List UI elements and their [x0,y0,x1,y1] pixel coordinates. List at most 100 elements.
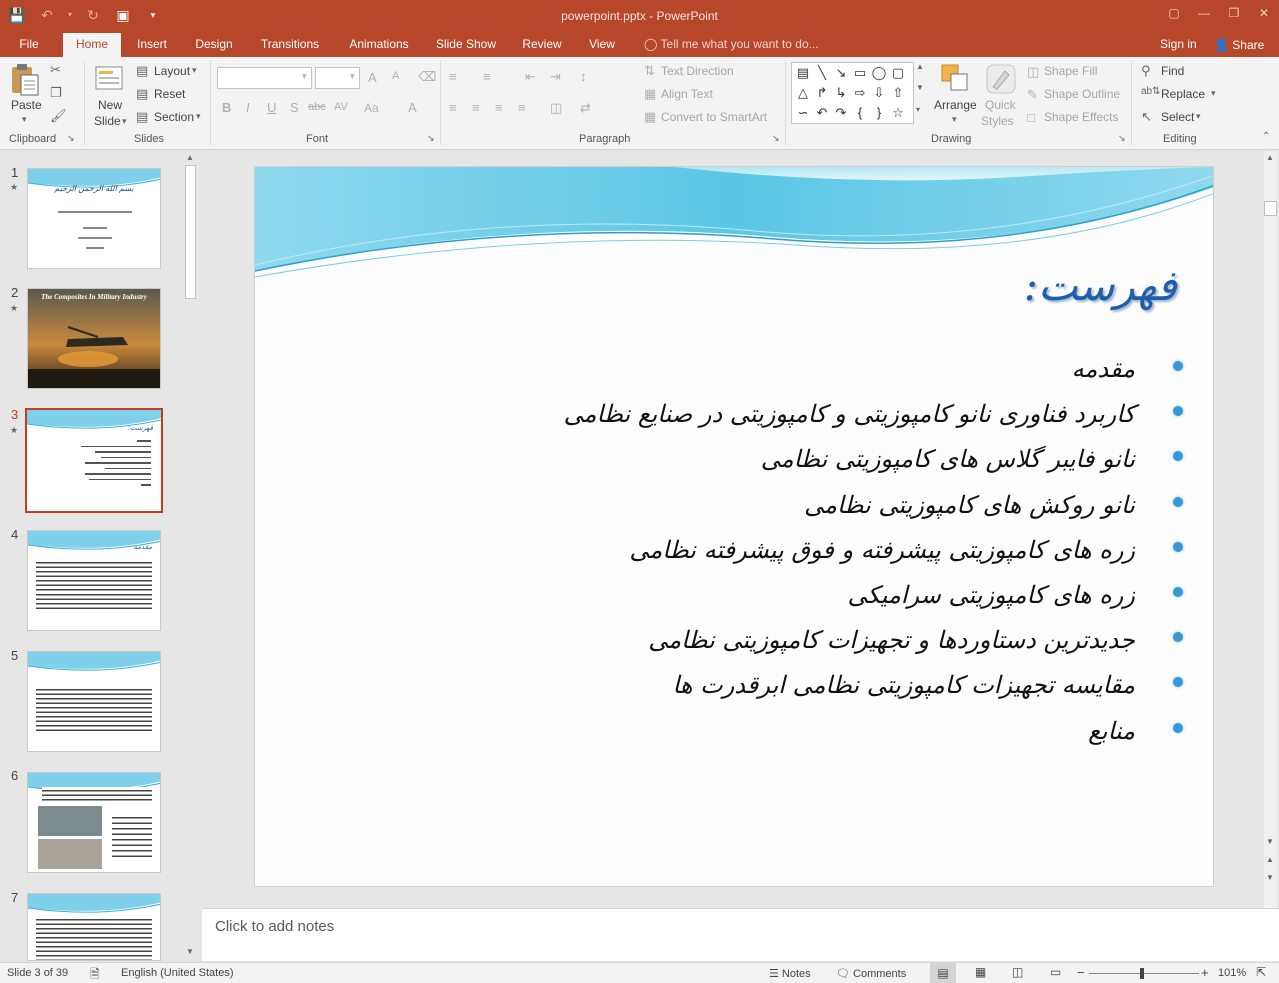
up-arrow-shape-icon[interactable]: ⇧ [889,84,907,102]
paste-dropdown-icon[interactable]: ▾ [22,114,27,125]
thumbnail-slide-5[interactable] [27,651,161,752]
find-button[interactable]: Find [1161,64,1184,78]
shapes-gallery[interactable]: ▤ ╲ ↘ ▭ ◯ ▢ △ ↱ ↳ ⇨ ⇩ ⇧ ∽ ↶ ↷ { } ☆ [791,62,914,124]
bold-button[interactable]: B [222,100,231,115]
section-button[interactable]: Section [154,110,194,124]
notes-placeholder[interactable]: Click to add notes [215,918,334,935]
tab-insert[interactable]: Insert [131,37,173,57]
zoom-slider-track[interactable] [1089,973,1199,974]
scroll-down-icon[interactable]: ▼ [1266,837,1274,846]
down-arrow-shape-icon[interactable]: ⇩ [870,84,888,102]
scrollbar-thumb[interactable] [185,165,196,299]
align-center-icon[interactable]: ≡ [472,100,480,115]
paste-button[interactable]: Paste [11,98,42,112]
slide-title[interactable]: فهرست: [1024,261,1177,310]
reading-view-icon[interactable]: ◫ [1012,965,1023,979]
slide-bullet-list[interactable]: مقدمه کاربرد فناوری نانو کامپوزیتی و کام… [283,349,1183,756]
reset-button[interactable]: Reset [154,87,185,101]
font-color-icon[interactable]: A [408,100,417,115]
paste-icon[interactable] [9,63,41,97]
align-right-icon[interactable]: ≡ [495,100,503,115]
arc-shape-icon[interactable]: ↷ [832,104,850,122]
text-direction-button[interactable]: Text Direction [661,64,734,78]
text-box-shape-icon[interactable]: ▤ [794,64,812,82]
tab-review[interactable]: Review [517,37,567,57]
comments-toggle[interactable]: 🗨 Comments [836,967,906,980]
right-brace-shape-icon[interactable]: } [870,104,888,122]
drawing-launcher-icon[interactable]: ↘ [1118,133,1126,144]
sign-in-link[interactable]: Sign in [1160,37,1197,51]
arrange-icon[interactable] [940,63,970,95]
format-painter-icon[interactable]: 🖌 [50,108,67,124]
numbering-icon[interactable]: ≡ [483,69,491,84]
language-indicator[interactable]: English (United States) [121,967,234,979]
clear-formatting-icon[interactable]: ⌫ [418,69,436,85]
new-slide-dropdown-icon[interactable]: ▾ [122,116,127,127]
normal-view-icon[interactable]: ▤ [930,963,956,983]
line-shape-icon[interactable]: ╲ [813,64,831,82]
zoom-in-icon[interactable]: + [1201,965,1209,980]
thumbnail-slide-3[interactable]: فهرست: [25,408,163,513]
columns-icon[interactable]: ◫ [550,100,562,116]
new-slide-icon[interactable] [94,61,124,95]
thumbnail-slide-4[interactable]: مقدمه [27,530,161,631]
strikethrough-button[interactable]: abc [308,101,326,113]
tab-design[interactable]: Design [190,37,238,57]
curve-shape-icon[interactable]: ↶ [813,104,831,122]
elbow-arrow-shape-icon[interactable]: ↳ [832,84,850,102]
slide-scrollbar[interactable]: ▲ ▼ ▲ ▼ [1264,151,1277,908]
layout-button[interactable]: Layout [154,64,190,78]
tab-transitions[interactable]: Transitions [254,37,326,57]
line-spacing-icon[interactable]: ↕ [580,69,587,84]
arrange-dropdown-icon[interactable]: ▾ [952,114,957,125]
previous-slide-icon[interactable]: ▲ [1266,855,1274,864]
layout-dropdown-icon[interactable]: ▾ [192,65,197,76]
font-name-combo[interactable] [217,67,312,89]
justify-icon[interactable]: ≡ [518,100,526,115]
replace-dropdown-icon[interactable]: ▾ [1211,88,1216,99]
current-slide[interactable]: فهرست: مقدمه کاربرد فناوری نانو کامپوزیت… [254,166,1214,887]
zoom-out-icon[interactable]: − [1077,965,1085,980]
scroll-up-icon[interactable]: ▲ [1266,153,1274,162]
next-slide-icon[interactable]: ▼ [1266,873,1274,882]
spell-check-icon[interactable]: 🗎 [90,965,100,983]
clipboard-launcher-icon[interactable]: ↘ [67,133,75,144]
italic-button[interactable]: I [246,100,250,115]
align-left-icon[interactable]: ≡ [449,100,457,115]
scroll-down-icon[interactable]: ▼ [186,947,194,956]
align-text-button[interactable]: Align Text [661,87,713,101]
shape-effects-button[interactable]: Shape Effects [1044,110,1119,124]
thumbnail-slide-7[interactable] [27,893,161,961]
slide-show-icon[interactable]: ▭ [1050,965,1061,979]
underline-button[interactable]: U [267,100,276,115]
notes-pane[interactable]: Click to add notes [202,908,1279,961]
arrange-button[interactable]: Arrange [934,98,977,112]
quick-styles-label-1[interactable]: Quick [985,98,1016,112]
gallery-scroll-up-icon[interactable]: ▲ [916,62,924,71]
select-dropdown-icon[interactable]: ▾ [1196,111,1201,122]
select-button[interactable]: Select [1161,110,1194,124]
tab-view[interactable]: View [584,37,620,57]
character-spacing-button[interactable]: AV [334,101,348,113]
gallery-more-icon[interactable]: ▾ [916,105,920,114]
thumbnail-slide-1[interactable]: بسم الله الرحمن الرحیم [27,168,161,269]
tab-file[interactable]: File [8,37,50,57]
copy-icon[interactable]: ❐ [50,85,62,101]
tab-slide-show[interactable]: Slide Show [432,37,500,57]
oval-shape-icon[interactable]: ◯ [870,64,888,82]
gallery-scroll-down-icon[interactable]: ▼ [916,83,924,92]
zoom-slider-thumb[interactable] [1140,968,1144,979]
scroll-up-icon[interactable]: ▲ [186,153,194,162]
shrink-font-icon[interactable]: A [392,70,399,82]
star-shape-icon[interactable]: ☆ [889,104,907,122]
text-shadow-button[interactable]: S [290,100,299,115]
freeform-shape-icon[interactable]: ∽ [794,104,812,122]
new-slide-label-2[interactable]: Slide [94,114,121,128]
ribbon-display-options-icon[interactable]: ▢ [1159,0,1189,28]
thumbnail-slide-6[interactable] [27,772,161,873]
elbow-connector-shape-icon[interactable]: ↱ [813,84,831,102]
arrow-shape-icon[interactable]: ↘ [832,64,850,82]
maximize-icon[interactable]: ❐ [1219,0,1249,28]
font-launcher-icon[interactable]: ↘ [427,133,435,144]
notes-toggle[interactable]: ☰ Notes [769,967,811,980]
